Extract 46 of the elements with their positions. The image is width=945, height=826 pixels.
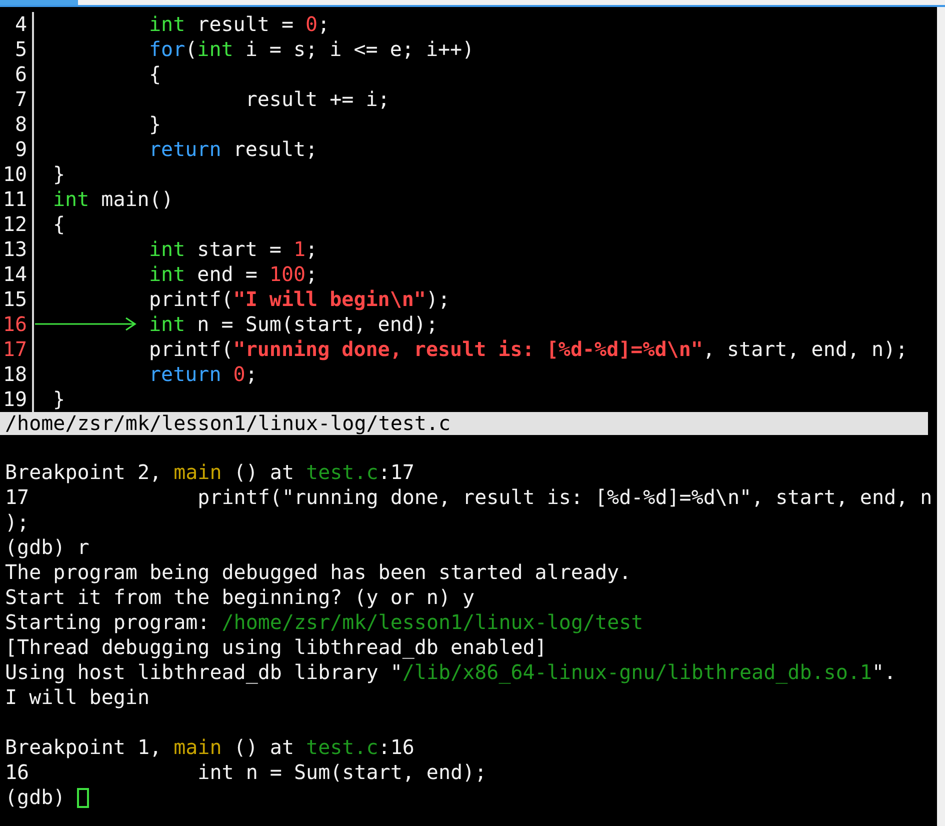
code-line: printf("running done, result is: [%d-%d]=%d\n", start, end, n); xyxy=(149,337,908,361)
line-number: 18 xyxy=(2,362,27,386)
line-number: 6 xyxy=(14,62,27,86)
line-number: 14 xyxy=(2,262,27,286)
console-line: Start it from the beginning? (y or n) y xyxy=(5,585,475,610)
code-line: int start = 1; xyxy=(149,237,318,261)
line-number: 7 xyxy=(14,87,27,111)
code-line: int n = Sum(start, end); xyxy=(149,312,438,336)
line-number: 13 xyxy=(2,237,27,261)
console-line: (gdb) r xyxy=(5,535,90,560)
code-line: { xyxy=(149,62,162,86)
code-line: { xyxy=(53,212,66,236)
console-line: ); xyxy=(5,510,30,535)
line-number: 19 xyxy=(2,387,27,411)
status-bar: /home/zsr/mk/lesson1/linux-log/test.c xyxy=(0,412,928,435)
line-number: 4 xyxy=(14,12,27,36)
console-line: 17 printf("running done, result is: [%d-%d]=%d\n", start, end, n xyxy=(5,485,932,510)
code-line: return result; xyxy=(149,137,318,161)
code-line: int main() xyxy=(53,187,174,211)
code-line: int result = 0; xyxy=(149,12,330,36)
line-number: 12 xyxy=(2,212,27,236)
console-line: Using host libthread_db library "/lib/x86_64-linux-gnu/libthread_db.so.1". xyxy=(5,660,896,685)
code-line: printf("I will begin\n"); xyxy=(149,287,450,311)
line-number: 9 xyxy=(14,137,27,161)
line-number: 10 xyxy=(2,162,27,186)
line-number: 5 xyxy=(14,37,27,61)
code-line: } xyxy=(53,387,66,411)
console-line: I will begin xyxy=(5,685,150,710)
code-line: result += i; xyxy=(244,87,390,111)
line-number: 8 xyxy=(14,112,27,136)
console-line: (gdb) xyxy=(5,785,66,810)
console-line: 16 int n = Sum(start, end); xyxy=(5,760,487,785)
console-line: [Thread debugging using libthread_db enabled] xyxy=(5,635,547,660)
code-line: for(int i = s; i <= e; i++) xyxy=(149,37,474,61)
code-line: } xyxy=(149,112,162,136)
console-line: Breakpoint 1, main () at test.c:16 xyxy=(5,735,414,760)
code-line: int end = 100; xyxy=(149,262,318,286)
line-number: 17 xyxy=(2,337,27,361)
line-number: 15 xyxy=(2,287,27,311)
console-line: Breakpoint 2, main () at test.c:17 xyxy=(5,460,414,485)
code-line: return 0; xyxy=(149,362,258,386)
line-number: 11 xyxy=(2,187,27,211)
code-line: } xyxy=(53,162,66,186)
console-line: The program being debugged has been started already. xyxy=(5,560,632,585)
line-number: 16 xyxy=(2,312,27,336)
console-line: Starting program: /home/zsr/mk/lesson1/linux-log/test xyxy=(5,610,644,635)
